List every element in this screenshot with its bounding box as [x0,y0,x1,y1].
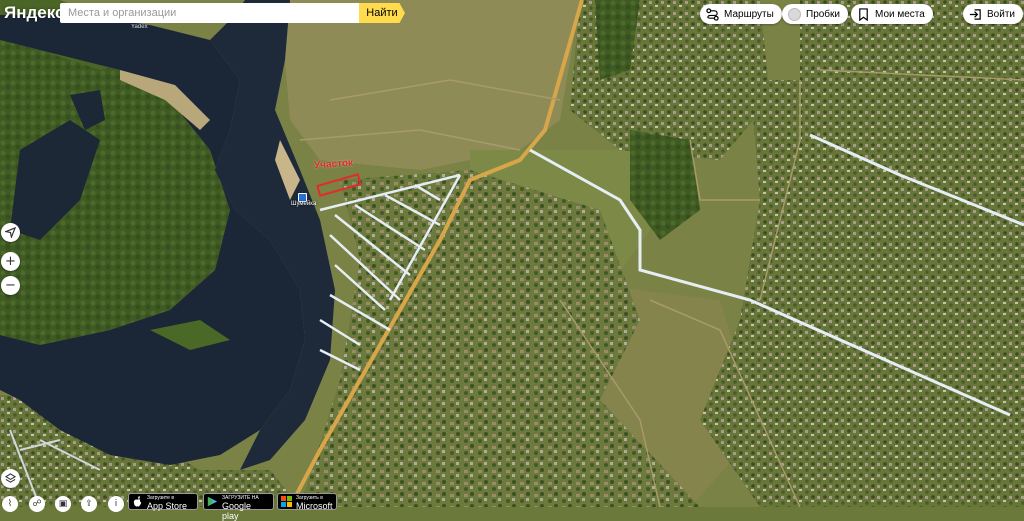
app-store-badge[interactable]: Загрузите в App Store [128,493,198,511]
app-store-big: App Store [147,501,188,511]
pedestrian-icon[interactable]: ☍ [29,496,45,512]
route-icon [706,7,719,21]
login-label: Войти [987,8,1015,20]
windows-icon [281,496,292,507]
apple-icon [133,496,142,507]
traffic-button[interactable]: Пробки [782,4,848,24]
map-watermark: Yadex [131,24,148,30]
stop-label[interactable]: Шумейка [291,201,316,207]
login-icon [969,8,981,20]
search-input[interactable] [60,3,360,23]
bookmark-icon [859,7,868,21]
traffic-label: Пробки [806,8,840,20]
share-icon[interactable]: ⇪ [81,496,97,512]
find-button[interactable]: Найти [359,3,405,23]
google-play-badge[interactable]: ЗАГРУЗИТЕ НА Google play [203,493,274,521]
layers-button[interactable] [1,469,20,488]
info-icon[interactable]: i [108,496,124,512]
login-button[interactable]: Войти [963,4,1023,24]
ruler-icon[interactable]: ⌇ [2,496,18,512]
yandex-logo[interactable]: Яндекс [4,3,64,23]
routes-label: Маршруты [724,8,774,20]
layers-icon [5,473,16,483]
microsoft-big: Microsoft [296,501,333,511]
traffic-icon [788,7,801,21]
satellite-map[interactable] [0,0,1024,507]
zoom-out-button[interactable]: − [1,276,20,295]
google-play-big: Google play [222,501,252,521]
locate-icon [5,227,16,238]
zoom-in-button[interactable]: + [1,252,20,271]
locate-button[interactable] [1,223,20,242]
my-places-label: Мои места [875,8,925,20]
microsoft-badge[interactable]: Загрузить в Microsoft [277,493,337,511]
bus-icon[interactable]: ▣ [55,496,71,512]
google-play-icon [207,496,218,507]
routes-button[interactable]: Маршруты [700,4,782,24]
my-places-button[interactable]: Мои места [851,4,933,24]
